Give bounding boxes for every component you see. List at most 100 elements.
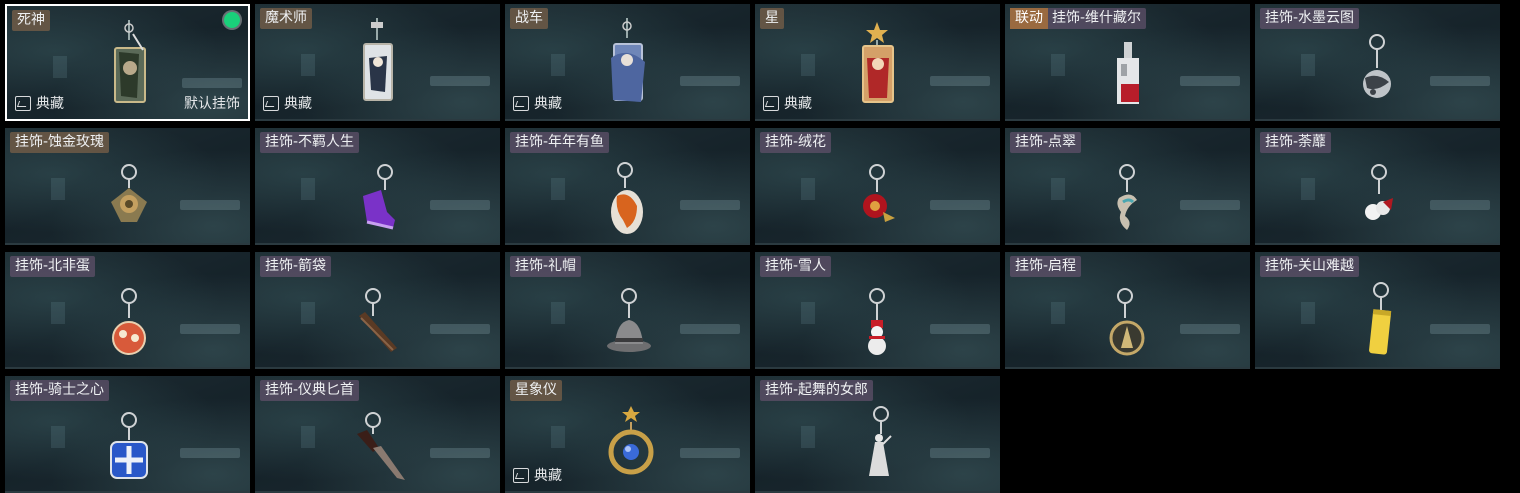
background-decor	[430, 324, 490, 334]
white-flower-icon	[1365, 164, 1393, 220]
fedora-hat-icon	[607, 288, 651, 352]
star-tarot-card-icon	[862, 22, 894, 103]
pendant-card-collab[interactable]: 联动 挂饰-维什藏尔	[1005, 4, 1250, 121]
ink-cloud-orb-icon	[1363, 34, 1391, 98]
collection-icon	[15, 95, 31, 111]
background-decor	[301, 426, 315, 448]
velvet-flower-icon	[863, 164, 895, 222]
collection-badge: 典藏	[513, 465, 562, 485]
background-decor	[680, 76, 740, 86]
pendant-name: 挂饰-礼帽	[510, 256, 582, 277]
pendant-card-astrolabe[interactable]: 星象仪 典藏	[505, 376, 750, 493]
pendant-card-quiver[interactable]: 挂饰-箭袋	[255, 252, 500, 369]
pendant-card-shakshuka[interactable]: 挂饰-北非蛋	[5, 252, 250, 369]
collection-label: 典藏	[36, 96, 64, 112]
pendant-name: 挂饰-点翠	[1010, 132, 1082, 153]
background-decor	[1051, 302, 1065, 324]
background-decor	[51, 302, 65, 324]
background-decor	[53, 56, 67, 78]
background-decor	[801, 302, 815, 324]
pendant-grid: 死神 典藏 默认挂饰 魔术师 典藏 战车 典藏 星 典藏 联动 挂饰-维什藏尔 …	[5, 4, 1501, 493]
background-decor	[551, 54, 565, 76]
pendant-card-ceremonial-dagger[interactable]: 挂饰-仪典匕首	[255, 376, 500, 493]
pendant-card-fedora[interactable]: 挂饰-礼帽	[505, 252, 750, 369]
collection-badge: 典藏	[763, 93, 812, 113]
background-decor	[51, 426, 65, 448]
pendant-name: 挂饰-不羁人生	[260, 132, 360, 153]
background-decor	[1430, 200, 1490, 210]
pendant-name: 挂饰-仪典匕首	[260, 380, 360, 401]
pendant-name: 挂饰-雪人	[760, 256, 832, 277]
background-decor	[430, 448, 490, 458]
background-decor	[551, 426, 565, 448]
background-decor	[430, 76, 490, 86]
collab-tag: 联动	[1010, 8, 1048, 29]
pendant-card-free-life[interactable]: 挂饰-不羁人生	[255, 128, 500, 245]
pendant-card-knight-heart[interactable]: 挂饰-骑士之心	[5, 376, 250, 493]
background-decor	[801, 54, 815, 76]
pendant-card-velvet-flower[interactable]: 挂饰-绒花	[755, 128, 1000, 245]
collection-icon	[513, 95, 529, 111]
collection-badge: 典藏	[263, 93, 312, 113]
pendant-name: 死神	[12, 10, 50, 31]
pendant-name: 挂饰-关山难越	[1260, 256, 1360, 277]
background-decor	[301, 302, 315, 324]
pendant-name: 挂饰-箭袋	[260, 256, 332, 277]
background-decor	[51, 178, 65, 200]
pendant-name: 挂饰-骑士之心	[10, 380, 110, 401]
pendant-card-mountain-pass[interactable]: 挂饰-关山难越	[1255, 252, 1500, 369]
pendant-card-gold-rose[interactable]: 挂饰-蚀金玫瑰	[5, 128, 250, 245]
background-decor	[1430, 324, 1490, 334]
default-pendant-label: 默认挂饰	[184, 96, 240, 112]
pendant-card-fish[interactable]: 挂饰-年年有鱼	[505, 128, 750, 245]
pendant-card-death[interactable]: 死神 典藏 默认挂饰	[5, 4, 250, 121]
background-decor	[1180, 76, 1240, 86]
magician-tarot-card-icon	[363, 18, 393, 101]
pendant-card-star[interactable]: 星 典藏	[755, 4, 1000, 121]
equipped-indicator-icon	[224, 12, 240, 28]
background-decor	[1430, 76, 1490, 86]
background-decor	[801, 426, 815, 448]
background-decor	[1180, 200, 1240, 210]
background-decor	[301, 54, 315, 76]
pendant-card-dancing-lady[interactable]: 挂饰-起舞的女郎	[755, 376, 1000, 493]
pendant-card-departure[interactable]: 挂饰-启程	[1005, 252, 1250, 369]
yellow-scroll-icon	[1369, 282, 1392, 355]
chariot-tarot-card-icon	[611, 18, 645, 102]
background-decor	[930, 324, 990, 334]
pendant-card-magician[interactable]: 魔术师 典藏	[255, 4, 500, 121]
pendant-name: 挂饰-绒花	[760, 132, 832, 153]
background-decor	[301, 178, 315, 200]
background-decor	[930, 200, 990, 210]
background-decor	[430, 200, 490, 210]
ceremonial-dagger-icon	[357, 412, 405, 480]
background-decor	[1301, 302, 1315, 324]
snowman-icon	[868, 288, 886, 355]
fish-icon	[611, 162, 643, 234]
collection-badge: 典藏	[15, 93, 64, 113]
pendant-name: 挂饰-水墨云图	[1260, 8, 1360, 29]
collection-icon	[513, 467, 529, 483]
shakshuka-pan-icon	[112, 288, 146, 355]
pendant-card-ink-cloud[interactable]: 挂饰-水墨云图	[1255, 4, 1500, 121]
pendant-card-chariot[interactable]: 战车 典藏	[505, 4, 750, 121]
background-decor	[180, 200, 240, 210]
pendant-name: 挂饰-荼蘼	[1260, 132, 1332, 153]
pendant-name: 挂饰-蚀金玫瑰	[10, 132, 110, 153]
pendant-name: 星	[760, 8, 784, 29]
background-decor	[180, 448, 240, 458]
pendant-card-snowman[interactable]: 挂饰-雪人	[755, 252, 1000, 369]
pendant-card-white-flower[interactable]: 挂饰-荼蘼	[1255, 128, 1500, 245]
kingfisher-ornament-icon	[1117, 164, 1137, 230]
dancing-lady-figurine-icon	[869, 406, 892, 476]
death-tarot-card-icon	[114, 20, 146, 103]
quiver-icon	[359, 288, 397, 352]
collection-icon	[763, 95, 779, 111]
gold-rose-icon	[111, 164, 147, 222]
pendant-name: 魔术师	[260, 8, 312, 29]
collection-label: 典藏	[534, 468, 562, 484]
compass-medallion-icon	[1109, 288, 1145, 356]
pendant-name: 挂饰-北非蛋	[10, 256, 96, 277]
pendant-card-kingfisher[interactable]: 挂饰-点翠	[1005, 128, 1250, 245]
collection-icon	[263, 95, 279, 111]
